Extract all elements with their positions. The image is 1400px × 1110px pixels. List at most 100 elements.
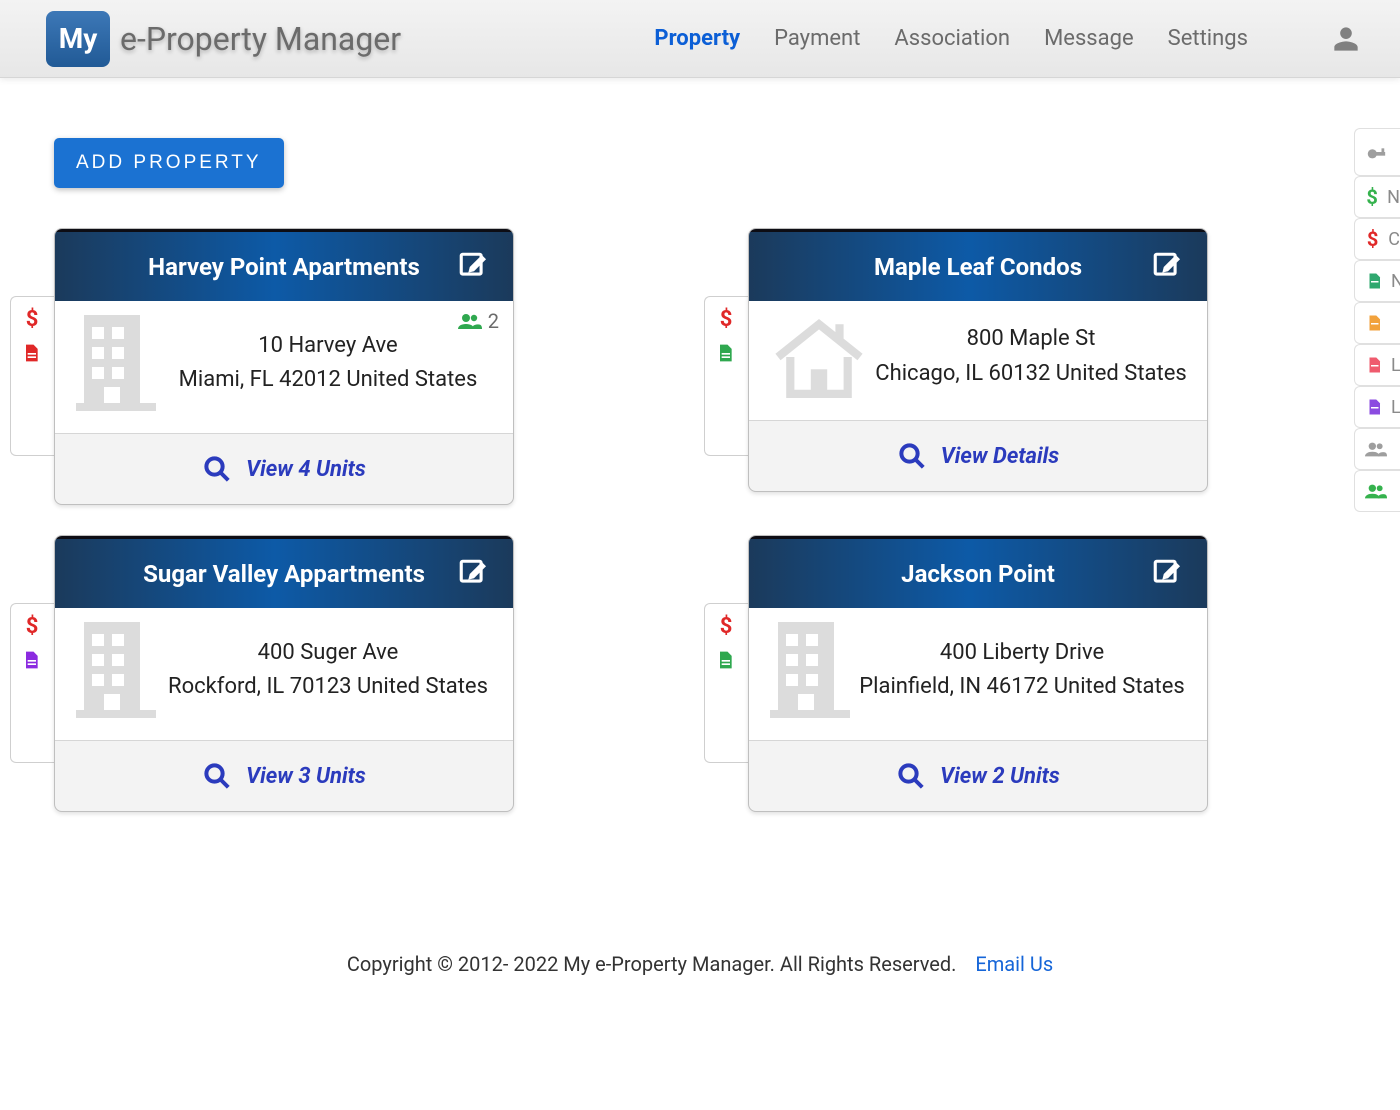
address-line1: 10 Harvey Ave [163,329,493,363]
house-icon [769,316,869,398]
edit-icon[interactable] [1151,250,1185,284]
property-card-wrap: $ Sugar Valley Appartments [54,535,652,812]
file-icon [1365,313,1387,333]
email-us-link[interactable]: Email Us [975,952,1053,976]
property-name: Jackson Point [901,560,1055,588]
user-icon[interactable] [1332,25,1360,53]
property-card-wrap: $ Jackson Point 400 Liberty [748,535,1346,812]
property-card-body: 800 Maple St Chicago, IL 60132 United St… [749,301,1207,421]
address-line1: 400 Suger Ave [163,636,493,670]
rail-key[interactable] [1354,128,1400,176]
occupants-count: 2 [488,309,499,333]
dollar-icon: $ [1365,185,1379,209]
rail-file-amber[interactable] [1354,302,1400,344]
occupants-badge: 2 [458,309,499,333]
view-label: View 2 Units [940,764,1060,789]
property-view-link[interactable]: View 4 Units [55,434,513,504]
property-view-link[interactable]: View Details [749,421,1207,491]
property-card: Harvey Point Apartments 10 Harvey Ave Mi… [54,228,514,505]
group-icon [1365,441,1387,457]
property-address: 400 Suger Ave Rockford, IL 70123 United … [163,636,493,704]
property-address: 400 Liberty Drive Plainfield, IN 46172 U… [857,636,1187,704]
property-card: Jackson Point 400 Liberty Drive Plainfie… [748,535,1208,812]
nav-settings[interactable]: Settings [1168,26,1248,51]
rail-label: N [1391,271,1400,292]
rail-expense[interactable]: $ C [1354,218,1400,260]
search-icon [202,454,232,484]
file-icon [1365,271,1383,291]
address-line2: Plainfield, IN 46172 United States [857,670,1187,704]
property-side-tab[interactable]: $ [704,296,754,456]
property-card-header: Jackson Point [749,536,1207,608]
property-name: Sugar Valley Appartments [143,560,425,588]
rail-income[interactable]: $ N [1354,176,1400,218]
copyright-text: Copyright © 2012- 2022 My e-Property Man… [347,952,957,976]
group-icon [1365,483,1387,499]
nav-payment[interactable]: Payment [774,26,860,51]
property-name: Maple Leaf Condos [874,253,1082,281]
dollar-icon: $ [21,614,43,639]
nav-message[interactable]: Message [1044,26,1134,51]
edit-icon[interactable] [457,250,491,284]
building-icon [769,622,851,718]
search-icon [202,761,232,791]
app-header: My e-Property Manager Property Payment A… [0,0,1400,78]
property-side-tab[interactable]: $ [10,296,60,456]
add-property-button[interactable]: ADD PROPERTY [54,138,284,188]
dollar-icon: $ [1365,227,1380,251]
brand-logo: My [46,11,110,67]
search-icon [897,441,927,471]
brand[interactable]: My e-Property Manager [46,11,401,67]
property-card-wrap: $ Maple Leaf Condos 800 Map [748,228,1346,505]
address-line2: Miami, FL 42012 United States [163,363,493,397]
property-view-link[interactable]: View 3 Units [55,741,513,811]
rail-label: N [1387,187,1400,208]
view-label: View Details [941,444,1060,469]
property-side-tab[interactable]: $ [704,603,754,763]
dollar-icon: $ [715,307,737,332]
footer: Copyright © 2012- 2022 My e-Property Man… [0,932,1400,1016]
building-icon [75,622,157,718]
property-address: 800 Maple St Chicago, IL 60132 United St… [875,322,1187,390]
address-line1: 400 Liberty Drive [857,636,1187,670]
search-icon [896,761,926,791]
property-name: Harvey Point Apartments [148,253,420,281]
rail-file-teal[interactable]: N [1354,260,1400,302]
view-label: View 3 Units [246,764,366,789]
file-icon [1365,397,1383,417]
property-side-tab[interactable]: $ [10,603,60,763]
property-view-link[interactable]: View 2 Units [749,741,1207,811]
address-line2: Chicago, IL 60132 United States [875,357,1187,391]
file-icon [715,342,737,364]
property-card-body: 400 Suger Ave Rockford, IL 70123 United … [55,608,513,741]
property-card-header: Harvey Point Apartments [55,229,513,301]
rail-group-green[interactable] [1354,470,1400,512]
file-icon [21,342,43,364]
quick-rail: $ N $ C N L L [1354,128,1400,512]
nav-property[interactable]: Property [654,26,740,51]
property-card-body: 10 Harvey Ave Miami, FL 42012 United Sta… [55,301,513,434]
main-content: ADD PROPERTY $ Harvey Point Apartments [0,78,1400,932]
edit-icon[interactable] [1151,557,1185,591]
dollar-icon: $ [715,614,737,639]
file-icon [21,649,43,671]
rail-file-purple[interactable]: L [1354,386,1400,428]
edit-icon[interactable] [457,557,491,591]
building-icon [75,315,157,411]
rail-file-rose[interactable]: L [1354,344,1400,386]
property-card-header: Sugar Valley Appartments [55,536,513,608]
group-icon [458,312,482,330]
file-icon [1365,355,1383,375]
rail-label: C [1388,229,1400,250]
property-card: Maple Leaf Condos 800 Maple St Chicago, … [748,228,1208,492]
dollar-icon: $ [21,307,43,332]
property-card-wrap: $ Harvey Point Apartments 1 [54,228,652,505]
property-grid: $ Harvey Point Apartments 1 [54,228,1346,812]
property-card-header: Maple Leaf Condos [749,229,1207,301]
main-nav: Property Payment Association Message Set… [654,25,1360,53]
address-line1: 800 Maple St [875,322,1187,356]
property-card-body: 400 Liberty Drive Plainfield, IN 46172 U… [749,608,1207,741]
key-icon [1365,141,1387,163]
nav-association[interactable]: Association [894,26,1010,51]
rail-group-gray[interactable] [1354,428,1400,470]
